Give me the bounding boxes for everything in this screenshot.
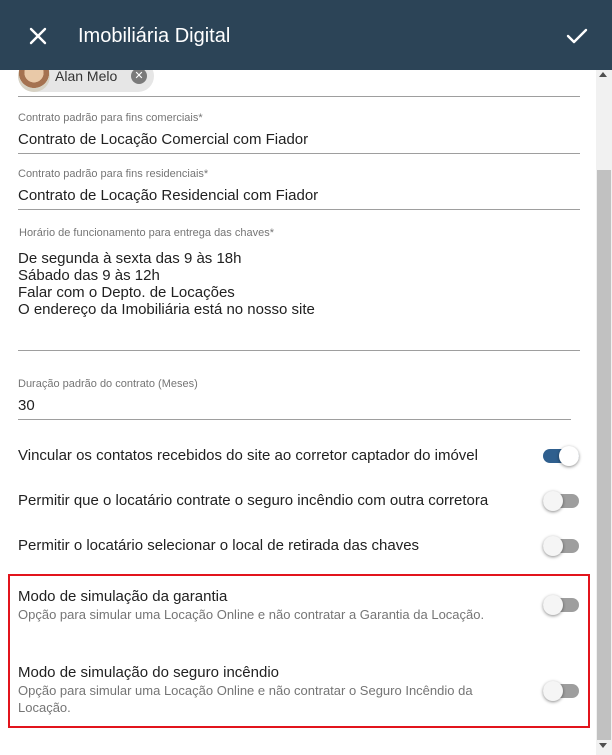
toggle-label-fire-insurance-simulation: Modo de simulação do seguro incêndio <box>18 664 279 681</box>
dialog-title: Imobiliária Digital <box>78 25 231 47</box>
residential-contract-label: Contrato padrão para fins residenciais* <box>18 168 209 180</box>
app-header: Imobiliária Digital <box>0 0 612 70</box>
toggle-thumb <box>543 681 563 701</box>
form-content: Alan Melo ✕ Contrato padrão para fins co… <box>0 70 596 755</box>
key-hours-line: Falar com o Depto. de Locações <box>18 284 235 301</box>
user-chip: Alan Melo ✕ <box>18 70 154 92</box>
key-hours-underline <box>18 350 580 351</box>
toggle-insurance-broker[interactable] <box>543 490 579 512</box>
toggle-thumb <box>543 491 563 511</box>
key-hours-line: O endereço da Imobiliária está no nosso … <box>18 301 315 318</box>
commercial-contract-label: Contrato padrão para fins comerciais* <box>18 112 203 124</box>
chip-field-underline <box>18 96 580 97</box>
toggle-thumb <box>543 595 563 615</box>
scroll-down-arrow-icon[interactable] <box>599 743 607 748</box>
check-icon[interactable] <box>564 24 590 48</box>
toggle-key-pickup[interactable] <box>543 535 579 557</box>
toggle-description-guarantee-simulation: Opção para simular uma Locação Online e … <box>18 607 485 622</box>
avatar <box>18 70 50 92</box>
cancel-circle-icon[interactable]: ✕ <box>131 70 147 84</box>
close-icon[interactable] <box>26 24 50 48</box>
key-hours-textarea[interactable]: De segunda à sexta das 9 às 18h Sábado d… <box>18 250 315 318</box>
toggle-link-contacts[interactable] <box>543 445 579 467</box>
commercial-contract-underline <box>18 153 580 154</box>
commercial-contract-select[interactable]: Contrato de Locação Comercial com Fiador <box>18 131 308 148</box>
scroll-up-arrow-icon[interactable] <box>599 72 607 77</box>
key-hours-label: Horário de funcionamento para entrega da… <box>19 227 274 239</box>
contract-duration-underline <box>18 419 571 420</box>
toggle-label-guarantee-simulation: Modo de simulação da garantia <box>18 588 228 605</box>
toggle-description-fire-insurance-simulation: Opção para simular uma Locação Online e … <box>18 683 473 715</box>
residential-contract-underline <box>18 209 580 210</box>
toggle-label-insurance-broker: Permitir que o locatário contrate o segu… <box>18 492 489 509</box>
chip-label: Alan Melo <box>55 70 118 84</box>
key-hours-line: De segunda à sexta das 9 às 18h <box>18 250 242 267</box>
toggle-guarantee-simulation[interactable] <box>543 594 579 616</box>
contract-duration-input[interactable]: 30 <box>18 397 35 414</box>
toggle-label-link-contacts: Vincular os contatos recebidos do site a… <box>18 447 478 464</box>
contract-duration-label: Duração padrão do contrato (Meses) <box>18 378 198 390</box>
residential-contract-select[interactable]: Contrato de Locação Residencial com Fiad… <box>18 187 318 204</box>
toggle-label-key-pickup: Permitir o locatário selecionar o local … <box>18 537 420 554</box>
toggle-thumb <box>559 446 579 466</box>
toggle-thumb <box>543 536 563 556</box>
key-hours-line: Sábado das 9 às 12h <box>18 267 160 284</box>
scrollbar-thumb[interactable] <box>597 170 611 740</box>
toggle-fire-insurance-simulation[interactable] <box>543 680 579 702</box>
